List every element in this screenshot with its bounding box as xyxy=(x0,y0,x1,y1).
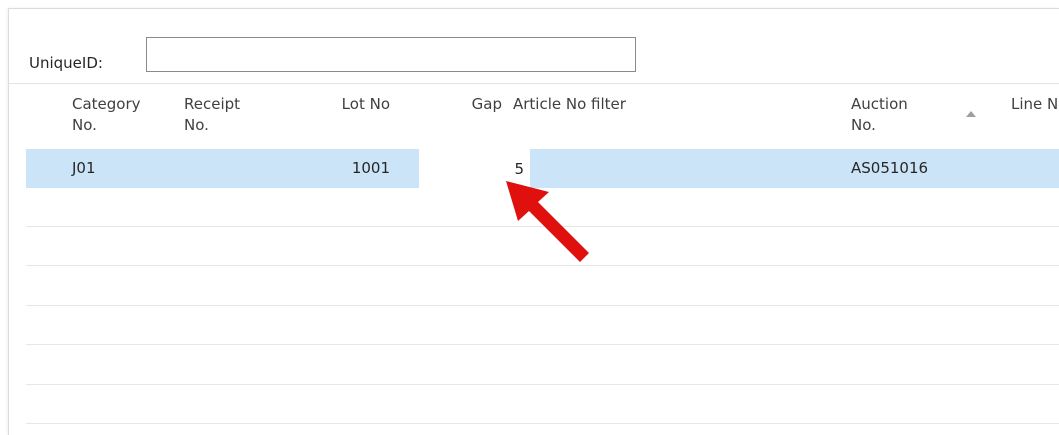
column-header-receipt-no[interactable]: Receipt No. xyxy=(184,94,240,136)
cell-lot-no[interactable]: 1001 xyxy=(309,149,390,187)
cell-auction-no[interactable]: AS051016 xyxy=(851,149,928,187)
uniqueid-input[interactable] xyxy=(146,37,636,72)
column-header-article-no-filter[interactable]: Article No filter xyxy=(513,94,626,115)
table-row[interactable] xyxy=(26,385,1059,424)
red-arrow-icon xyxy=(506,181,589,262)
column-header-gap[interactable]: Gap xyxy=(449,94,502,115)
column-header-lot-no[interactable]: Lot No xyxy=(309,94,390,115)
table-row[interactable] xyxy=(26,267,1059,306)
column-header-category-no[interactable]: Category No. xyxy=(72,94,141,136)
uniqueid-label: UniqueID: xyxy=(29,54,103,72)
cell-category-no[interactable]: J01 xyxy=(72,149,96,187)
table-row[interactable] xyxy=(26,306,1059,345)
column-header-line-no[interactable]: Line N xyxy=(1011,94,1058,115)
sort-ascending-icon[interactable] xyxy=(965,109,977,119)
column-header-auction-no[interactable]: Auction No. xyxy=(851,94,908,136)
table-row[interactable] xyxy=(26,346,1059,385)
